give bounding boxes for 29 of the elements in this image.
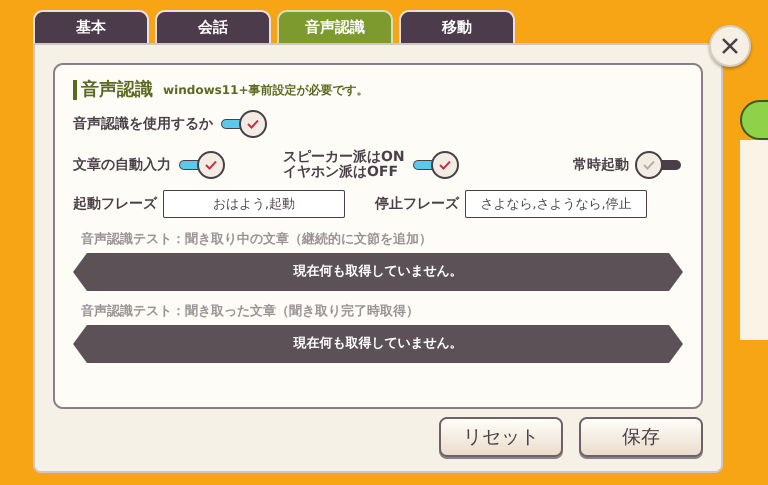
dialog-button[interactable]: リセット	[439, 417, 563, 457]
tab[interactable]: 会話	[155, 10, 271, 43]
section-title: 音声認識	[73, 80, 153, 100]
toggle-switch[interactable]	[410, 151, 459, 179]
close-icon	[721, 37, 739, 55]
toggle-switch[interactable]	[635, 151, 683, 179]
check-icon	[205, 160, 217, 170]
section-note: windows11+事前設定が必要です。	[163, 82, 369, 99]
tab[interactable]: 基本	[33, 10, 149, 43]
result-text: 現在何も取得していません。	[294, 335, 462, 354]
phrase-field[interactable]: さよなら,さようなら,停止	[465, 190, 647, 218]
field-label: 停止フレーズ	[375, 194, 459, 214]
toggle-switch[interactable]	[219, 110, 267, 138]
toggle-switch[interactable]	[177, 151, 225, 179]
field-label: 起動フレーズ	[73, 194, 157, 214]
dialog-button[interactable]: 保存	[579, 417, 703, 457]
toggle-label: 音声認識を使用するか	[73, 114, 213, 134]
toggle-label: 文章の自動入力	[73, 158, 171, 172]
result-text: 現在何も取得していません。	[294, 263, 462, 282]
test-label: 音声認識テスト：聞き取り中の文章（継続的に文節を追加）	[80, 231, 433, 249]
phrase-field[interactable]: おはよう,起動	[163, 190, 345, 218]
check-icon	[438, 160, 451, 170]
check-icon	[643, 160, 655, 170]
check-icon	[247, 119, 259, 129]
close-button[interactable]	[709, 25, 751, 67]
tab[interactable]: 移動	[399, 10, 515, 43]
toggle-label: スピーカー派はON イヤホン派はOFF	[283, 150, 405, 180]
toggle-label: 常時起動	[573, 158, 629, 172]
test-label: 音声認識テスト：聞き取った文章（聞き取り完了時取得）	[80, 303, 420, 321]
